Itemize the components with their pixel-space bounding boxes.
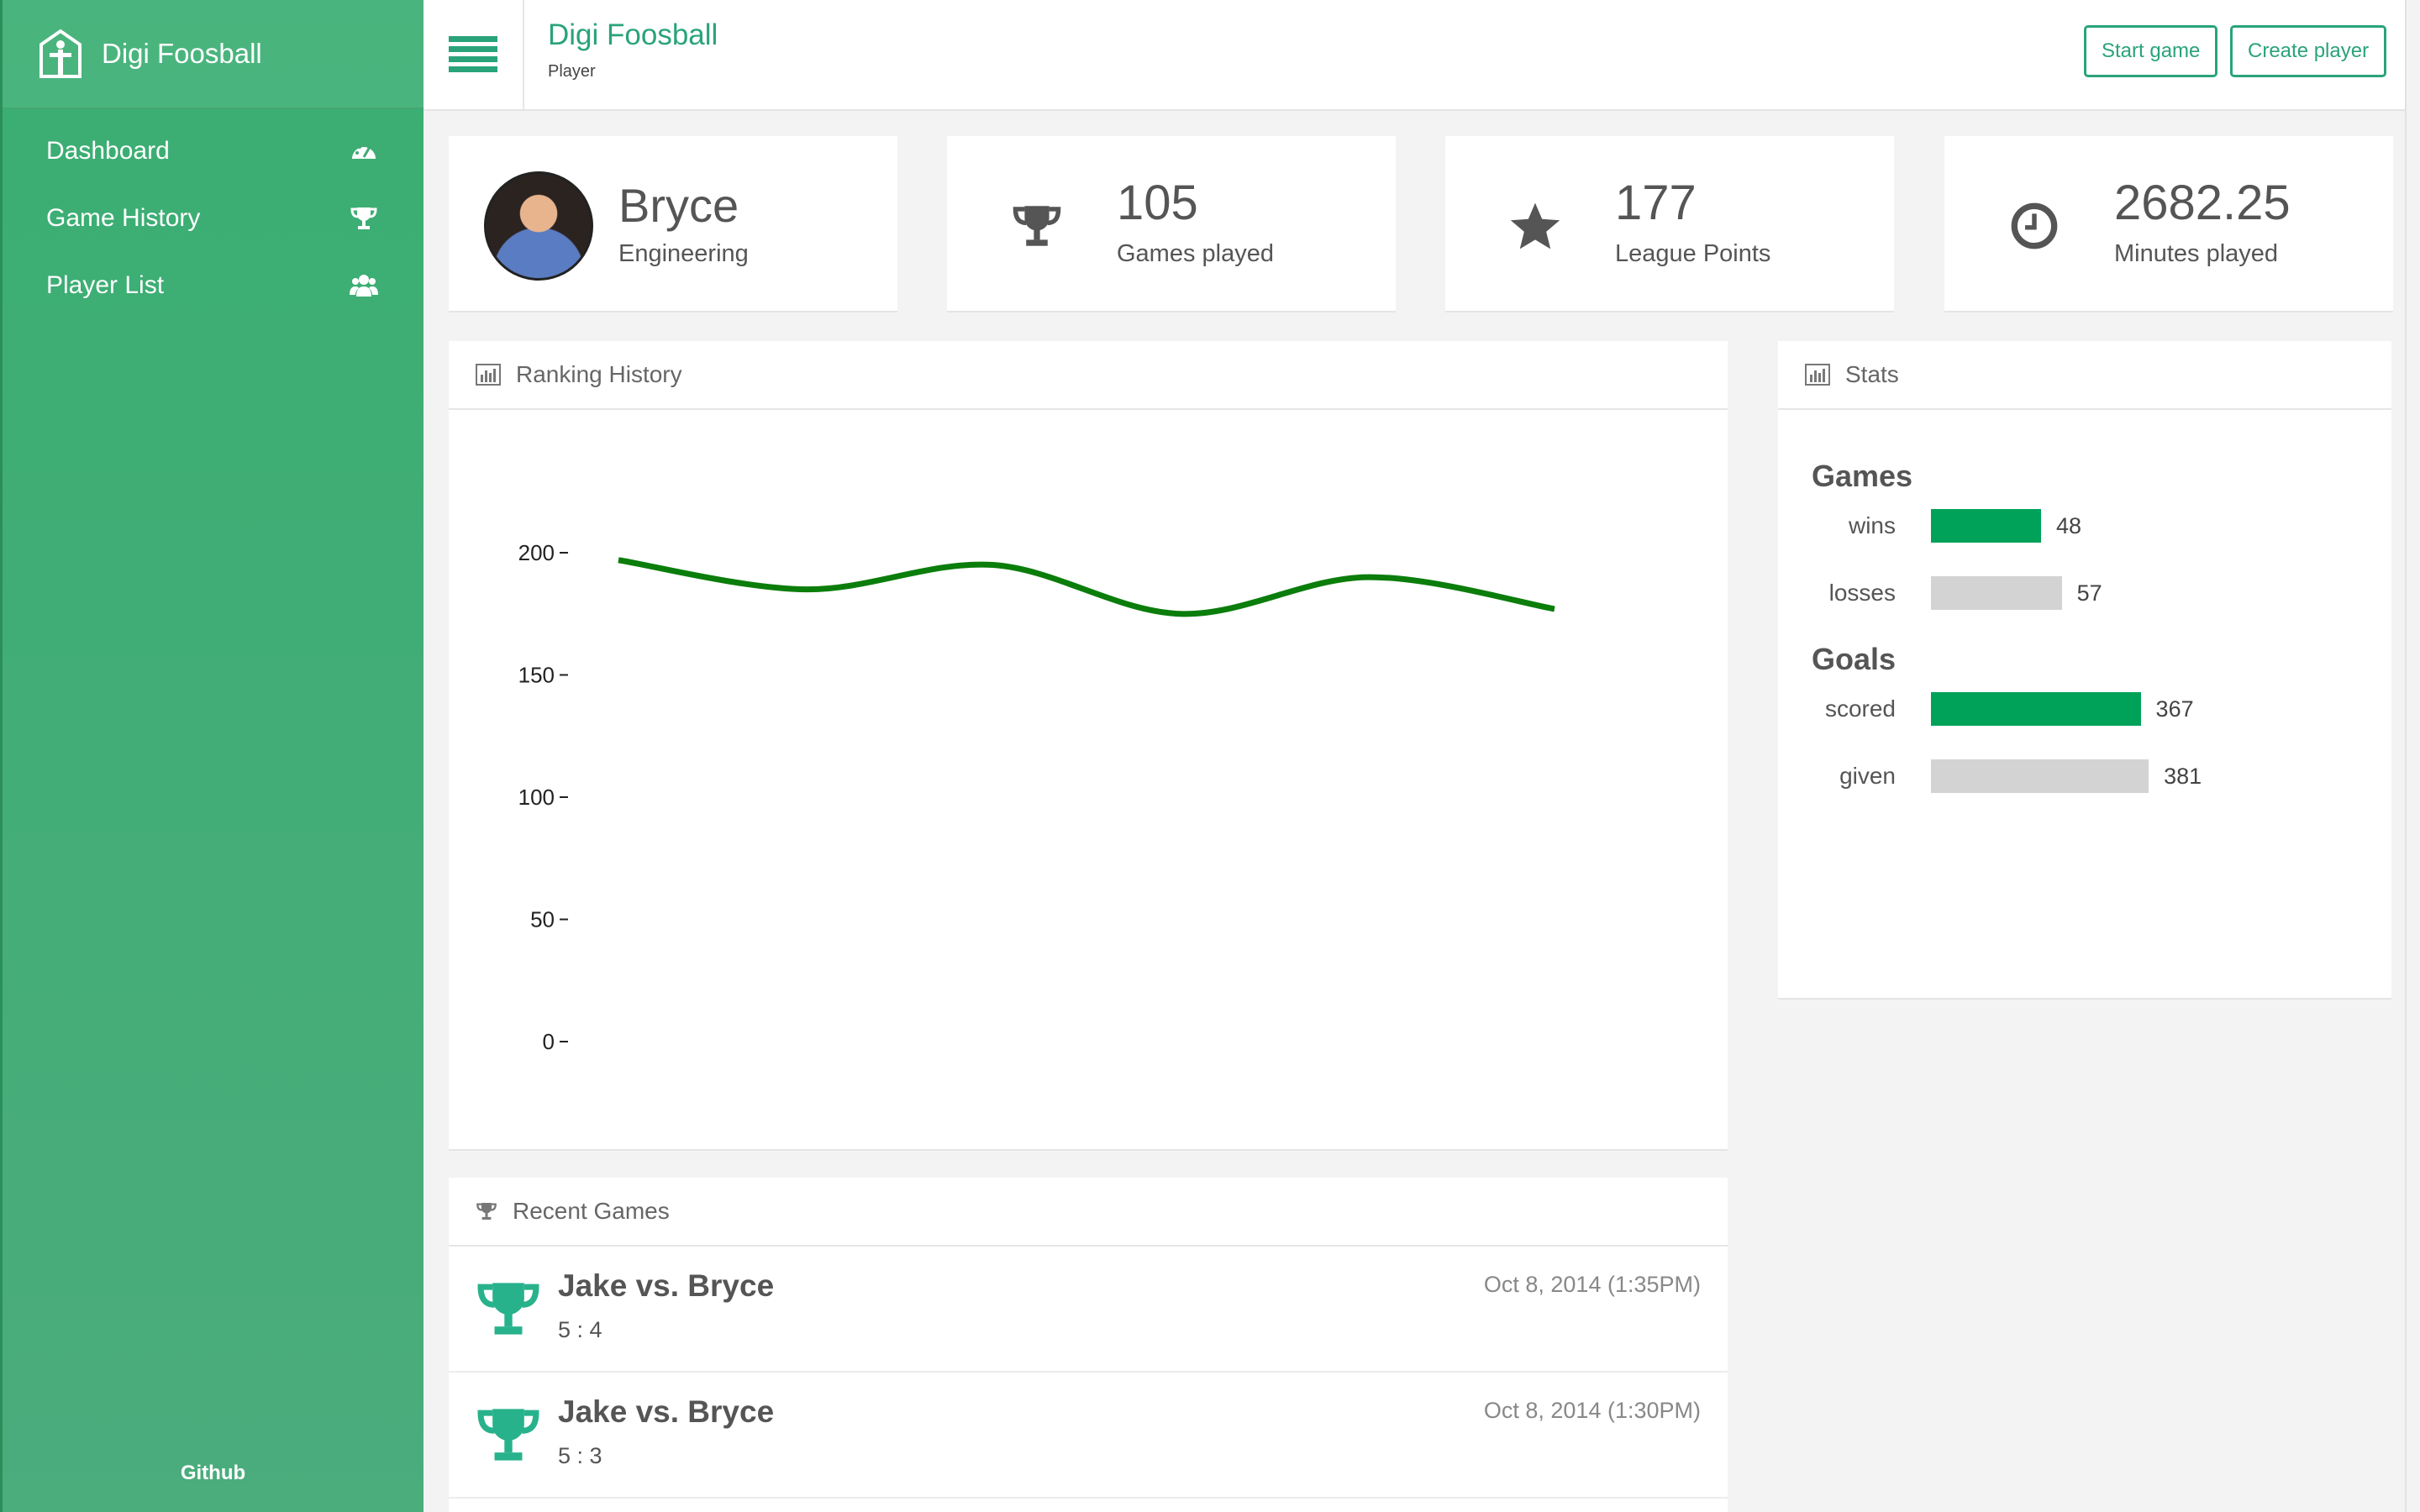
game-title: Jake vs. Bryce [558,1394,775,1429]
ranking-history-panel: Ranking History 0 50 100 150 200 [449,341,1728,1151]
sidebar-item-game-history[interactable]: Game History [3,185,424,252]
sidebar-nav: Dashboard Game History Player List [3,118,424,319]
sidebar-item-dashboard[interactable]: Dashboard [3,118,424,185]
y-tick-label: 100 [518,785,555,810]
stat-bar-value: 367 [2155,696,2194,722]
stat-card-games-played: 105 Games played [947,136,1396,312]
trophy-icon [1013,206,1061,246]
sidebar-item-label: Dashboard [46,137,170,165]
trophy-icon [477,1409,539,1461]
y-tick-label: 150 [518,663,555,688]
foosball-logo-icon [39,29,82,78]
game-date: Oct 8, 2014 (1:30PM) [1483,1398,1701,1423]
y-tick-label: 50 [530,907,555,932]
stat-bar [1931,576,2062,610]
dashboard-icon [352,143,376,159]
sidebar-item-player-list[interactable]: Player List [3,252,424,319]
stat-bar [1931,509,2042,543]
menu-toggle-button[interactable] [424,0,524,109]
stat-card-minutes-played: 2682.25 Minutes played [1944,136,2393,312]
page-subtitle: Player [548,62,596,81]
player-team: Engineering [618,240,749,267]
ranking-series-line [618,557,1555,617]
stat-bar-value: 381 [2164,764,2202,789]
start-game-button[interactable]: Start game [2084,25,2218,77]
users-icon [350,275,378,297]
panel-title: Stats [1845,361,1899,387]
star-icon [1510,202,1560,249]
create-player-button[interactable]: Create player [2230,25,2387,77]
y-tick-label: 200 [518,540,555,565]
sidebar: Digi Foosball Dashboard Game History Pla… [0,0,424,1512]
stat-card-league-points: 177 League Points [1445,136,1894,312]
games-played-label: Games played [1117,240,1274,267]
player-card: Bryce Engineering [449,136,897,312]
stat-bar-value: 57 [2076,580,2102,606]
panel-header: Stats [1778,341,2391,410]
recent-games-panel: Recent Games Jake vs. Bryce 5 : 4 Oct 8,… [449,1178,1728,1512]
panel-title: Recent Games [513,1198,670,1224]
game-date: Oct 8, 2014 (1:35PM) [1483,1272,1701,1297]
brand-title: Digi Foosball [102,38,262,69]
avatar [484,171,593,281]
stat-bar-label: given [1839,763,1896,789]
game-score: 5 : 3 [558,1443,602,1468]
bar-chart-icon [1805,364,1830,386]
trophy-icon [476,1203,497,1220]
games-heading: Games [1812,459,1913,493]
trophy-icon [477,1283,539,1335]
minutes-played-label: Minutes played [2114,240,2279,267]
scrollbar[interactable] [2405,0,2420,1512]
panel-header: Recent Games [449,1178,1728,1247]
stat-bar-label: wins [1848,512,1896,538]
page-title: Digi Foosball [548,18,718,51]
clock-icon [2011,202,2058,249]
hamburger-icon [449,36,497,72]
league-points-label: League Points [1615,240,1771,267]
bar-chart-icon [476,364,501,386]
stat-bar [1931,759,2149,793]
league-points-value: 177 [1615,176,1697,230]
goals-heading: Goals [1812,642,1897,676]
stat-bar [1931,692,2141,726]
stat-bar-label: losses [1828,580,1896,606]
player-name: Bryce [618,179,739,232]
list-item[interactable]: Jake vs. Bryce 5 : 3 Oct 8, 2014 (1:30PM… [449,1373,1728,1499]
games-played-value: 105 [1117,176,1198,230]
trophy-icon [350,207,377,229]
top-header: Digi Foosball Player Start game Create p… [424,0,2420,111]
github-link[interactable]: Github [3,1462,424,1485]
game-title: Jake vs. Bryce [558,1268,775,1303]
stat-bar-label: scored [1824,696,1896,722]
stats-panel: Stats Games Goals wins 48 losses 57 scored 36… [1778,341,2391,1000]
stat-bar-value: 48 [2056,513,2082,538]
brand[interactable]: Digi Foosball [3,0,424,109]
game-score: 5 : 4 [558,1317,602,1342]
y-tick-label: 0 [543,1029,555,1054]
sidebar-item-label: Player List [46,271,165,299]
ranking-line-chart: 0 50 100 150 200 [518,540,1555,1054]
panel-header: Ranking History [449,341,1728,410]
list-item[interactable]: Jake vs. Bryce 5 : 4 Oct 8, 2014 (1:35PM… [449,1247,1728,1373]
minutes-played-value: 2682.25 [2114,176,2291,230]
panel-title: Ranking History [516,361,682,387]
sidebar-item-label: Game History [46,204,201,232]
